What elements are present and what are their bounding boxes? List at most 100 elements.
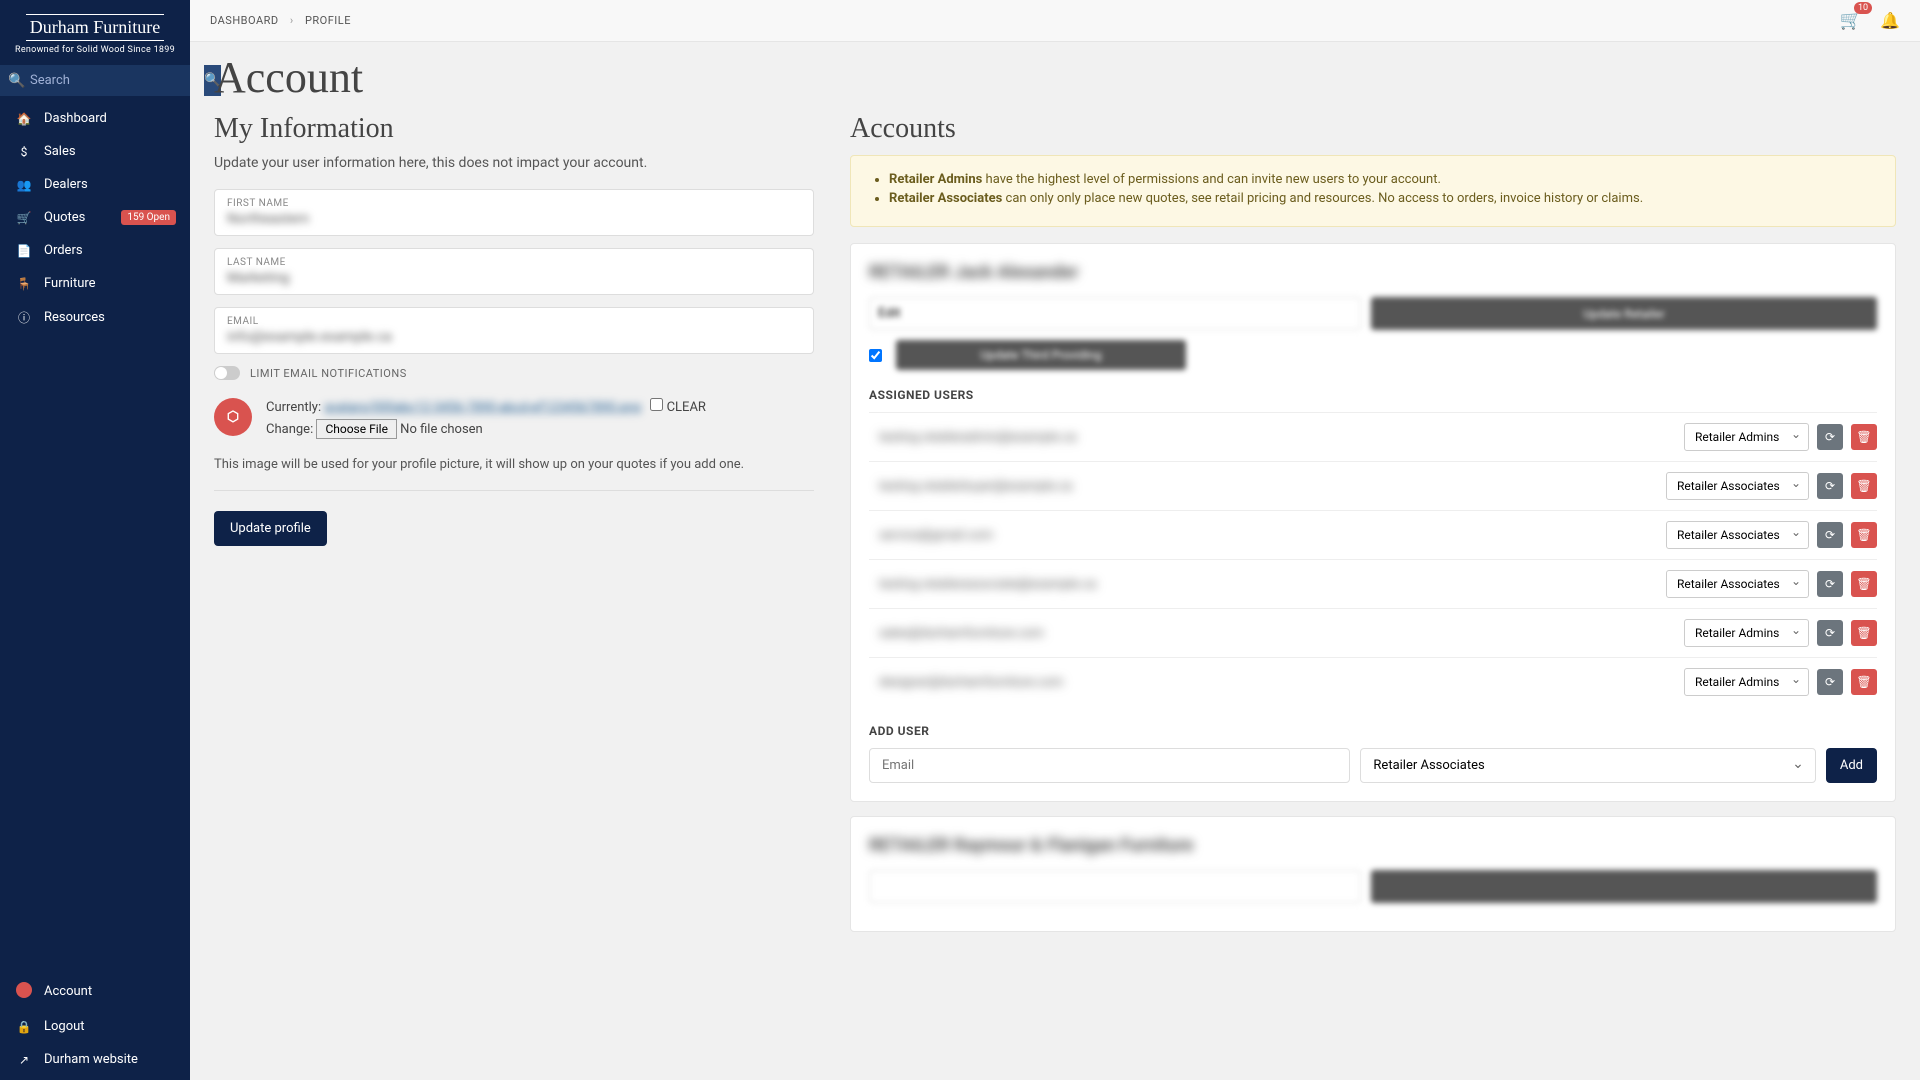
external-link-icon: ↗ xyxy=(14,1053,34,1067)
user-email: sales@durhamfurniture.com xyxy=(869,626,1676,641)
sidebar-item-sales[interactable]: $Sales xyxy=(0,135,190,168)
user-role-select[interactable]: Retailer Admins xyxy=(1684,423,1809,451)
home-icon: 🏠 xyxy=(14,112,34,126)
refresh-user-button[interactable]: ⟳ xyxy=(1817,571,1843,597)
delete-user-button[interactable]: 🗑 xyxy=(1851,669,1877,695)
last-name-field[interactable]: LAST NAME Marketing xyxy=(214,248,814,295)
current-avatar-link[interactable]: avatars/000abc12-3456-7890-abcd-ef123456… xyxy=(324,400,641,415)
add-user-role-select[interactable]: Retailer Associates xyxy=(1360,748,1815,783)
user-email: testing.retailerbuyer@example.ca xyxy=(869,479,1658,494)
cart-icon: 🛒 xyxy=(14,211,34,225)
sidebar-item-website[interactable]: ↗Durham website xyxy=(0,1043,190,1076)
sidebar-item-dealers[interactable]: 👥Dealers xyxy=(0,168,190,201)
refresh-user-button[interactable]: ⟳ xyxy=(1817,424,1843,450)
refresh-user-button[interactable]: ⟳ xyxy=(1817,473,1843,499)
email-field[interactable]: EMAIL info@example.example.ca xyxy=(214,307,814,354)
refresh-icon: ⟳ xyxy=(1825,577,1835,591)
bell-icon: 🔔 xyxy=(1880,11,1900,30)
user-email: designer@durhamfurniture.com xyxy=(869,675,1676,690)
users-icon: 👥 xyxy=(14,178,34,192)
trash-icon: 🗑 xyxy=(1856,430,1871,444)
sidebar-item-dashboard[interactable]: 🏠Dashboard xyxy=(0,102,190,135)
sidebar-item-furniture[interactable]: 🪑Furniture xyxy=(0,267,190,300)
user-row: service@gmail.com Retailer Associates ⟳ 🗑 xyxy=(869,510,1877,559)
sidebar: Durham Furniture Renowned for Solid Wood… xyxy=(0,0,190,1080)
dollar-icon: $ xyxy=(14,145,34,159)
user-role-select[interactable]: Retailer Associates xyxy=(1666,570,1809,598)
account-card-title: RETAILER Jack Alexander xyxy=(869,262,1877,283)
user-row: designer@durhamfurniture.com Retailer Adm… xyxy=(869,657,1877,706)
refresh-icon: ⟳ xyxy=(1825,675,1835,689)
avatar-help-text: This image will be used for your profile… xyxy=(214,457,814,491)
user-row: sales@durhamfurniture.com Retailer Admins… xyxy=(869,608,1877,657)
search-icon: 🔍 xyxy=(8,73,25,89)
account-edit-input[interactable] xyxy=(869,870,1361,903)
file-icon: 📄 xyxy=(14,244,34,258)
avatar-icon xyxy=(14,982,34,1001)
sidebar-item-quotes[interactable]: 🛒Quotes159 Open xyxy=(0,201,190,234)
update-third-button[interactable]: Update Third Providing xyxy=(896,340,1186,370)
brand-name: Durham Furniture xyxy=(26,14,164,41)
sidebar-item-orders[interactable]: 📄Orders xyxy=(0,234,190,267)
user-role-select[interactable]: Retailer Admins xyxy=(1684,619,1809,647)
notifications-button[interactable]: 🔔 xyxy=(1880,11,1900,30)
refresh-user-button[interactable]: ⟳ xyxy=(1817,620,1843,646)
delete-user-button[interactable]: 🗑 xyxy=(1851,424,1877,450)
update-profile-button[interactable]: Update profile xyxy=(214,511,327,546)
limit-email-label: LIMIT EMAIL NOTIFICATIONS xyxy=(250,367,407,380)
user-row: testing.retailerassociate@example.caReta… xyxy=(869,559,1877,608)
delete-user-button[interactable]: 🗑 xyxy=(1851,522,1877,548)
sidebar-item-account[interactable]: Account xyxy=(0,973,190,1010)
search-input[interactable] xyxy=(0,65,204,96)
trash-icon: 🗑 xyxy=(1856,479,1871,493)
roles-notice: Retailer Admins have the highest level o… xyxy=(850,155,1896,227)
trash-icon: 🗑 xyxy=(1856,577,1871,591)
cart-count-badge: 10 xyxy=(1854,2,1872,14)
add-user-button[interactable]: Add xyxy=(1826,748,1877,783)
sidebar-item-resources[interactable]: ⓘResources xyxy=(0,300,190,335)
user-row: testing.retaileradmin@example.ca Retailer… xyxy=(869,412,1877,461)
add-user-email-input[interactable] xyxy=(869,748,1350,783)
topbar: DASHBOARD › PROFILE 🛒 10 🔔 xyxy=(190,0,1920,42)
refresh-icon: ⟳ xyxy=(1825,626,1835,640)
account-card: RETAILER Raymour & Flanigan Furniture xyxy=(850,816,1896,932)
first-name-field[interactable]: FIRST NAME Northeastern xyxy=(214,189,814,236)
user-role-select[interactable]: Retailer Associates xyxy=(1666,521,1809,549)
user-role-select[interactable]: Retailer Admins xyxy=(1684,668,1809,696)
trash-icon: 🗑 xyxy=(1856,675,1871,689)
account-checkbox[interactable] xyxy=(869,349,882,362)
cart-button[interactable]: 🛒 10 xyxy=(1840,10,1862,31)
delete-user-button[interactable]: 🗑 xyxy=(1851,473,1877,499)
chair-icon: 🪑 xyxy=(14,277,34,291)
limit-email-toggle[interactable] xyxy=(214,366,240,380)
breadcrumb-dashboard[interactable]: DASHBOARD xyxy=(210,14,279,27)
delete-user-button[interactable]: 🗑 xyxy=(1851,620,1877,646)
my-info-subtext: Update your user information here, this … xyxy=(214,155,814,171)
refresh-icon: ⟳ xyxy=(1825,528,1835,542)
refresh-user-button[interactable]: ⟳ xyxy=(1817,522,1843,548)
refresh-icon: ⟳ xyxy=(1825,479,1835,493)
update-retailer-button[interactable]: Update Retailer xyxy=(1371,297,1877,330)
sidebar-item-logout[interactable]: 🔒Logout xyxy=(0,1010,190,1043)
user-email: service@gmail.com xyxy=(869,528,1658,543)
brand-logo: Durham Furniture Renowned for Solid Wood… xyxy=(0,0,190,65)
main: DASHBOARD › PROFILE 🛒 10 🔔 Account My In… xyxy=(190,0,1920,1080)
my-info-heading: My Information xyxy=(214,113,814,145)
user-email: testing.retaileradmin@example.ca xyxy=(869,430,1676,445)
delete-user-button[interactable]: 🗑 xyxy=(1851,571,1877,597)
trash-icon: 🗑 xyxy=(1856,528,1871,542)
assigned-users-label: ASSIGNED USERS xyxy=(869,388,1877,402)
clear-avatar-checkbox[interactable] xyxy=(650,398,663,411)
user-role-select[interactable]: Retailer Associates xyxy=(1666,472,1809,500)
accounts-heading: Accounts xyxy=(850,113,1896,145)
account-edit-input[interactable] xyxy=(869,297,1361,330)
user-row: testing.retailerbuyer@example.ca Retailer… xyxy=(869,461,1877,510)
update-retailer-button[interactable] xyxy=(1371,870,1877,903)
profile-avatar: ⬡ xyxy=(214,398,252,436)
add-user-label: ADD USER xyxy=(869,724,1877,738)
choose-file-button[interactable]: Choose File xyxy=(316,419,396,439)
brand-tagline: Renowned for Solid Wood Since 1899 xyxy=(12,45,178,55)
account-card: RETAILER Jack Alexander Update Retailer … xyxy=(850,243,1896,802)
refresh-user-button[interactable]: ⟳ xyxy=(1817,669,1843,695)
chevron-right-icon: › xyxy=(290,14,294,27)
